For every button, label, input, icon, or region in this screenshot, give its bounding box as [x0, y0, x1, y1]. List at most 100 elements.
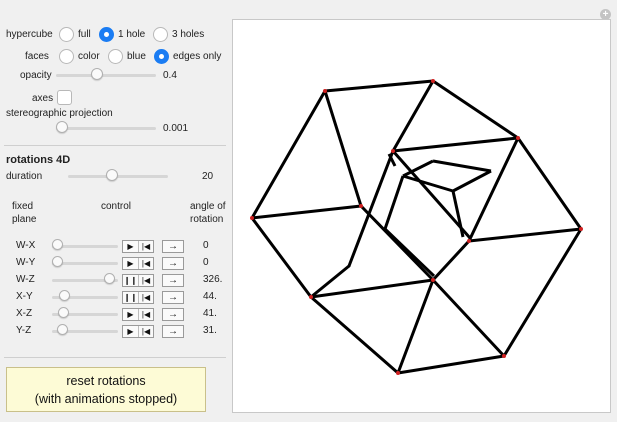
- col-control: control: [101, 201, 132, 212]
- rotation-plane-label: W-Y: [16, 257, 36, 268]
- vertex: [431, 278, 435, 282]
- animation-controls[interactable]: ▶ |◀: [122, 308, 154, 321]
- rotation-slider-thumb[interactable]: [104, 273, 116, 284]
- outer-edge: [250, 79, 583, 375]
- vertex: [359, 204, 363, 208]
- vertex: [309, 295, 313, 299]
- vertex: [323, 89, 327, 93]
- faces-edges-only-radio[interactable]: [154, 49, 169, 64]
- play-icon[interactable]: ▶: [123, 241, 138, 252]
- step-arrow-icon[interactable]: →: [162, 308, 184, 321]
- reset-rotations-button[interactable]: reset rotations (with animations stopped…: [6, 367, 206, 412]
- stereo-value: 0.001: [163, 123, 189, 134]
- edge: [432, 159, 492, 173]
- edge: [467, 136, 520, 243]
- reset-icon[interactable]: |◀: [138, 292, 153, 303]
- reset-icon[interactable]: |◀: [138, 326, 153, 337]
- hypercube-canvas[interactable]: [232, 19, 611, 413]
- duration-value: 20: [202, 171, 214, 182]
- edge: [323, 89, 363, 208]
- rotation-plane-label: Y-Z: [16, 325, 32, 336]
- edge: [383, 175, 405, 230]
- opacity-slider-thumb[interactable]: [91, 68, 104, 80]
- edge: [431, 239, 471, 282]
- reset-icon[interactable]: |◀: [138, 275, 153, 286]
- vertex: [431, 79, 435, 83]
- edge: [451, 190, 465, 238]
- rotation-angle-value: 41.: [203, 308, 217, 319]
- faces-label: faces: [25, 51, 49, 62]
- rotation-slider-thumb[interactable]: [58, 307, 70, 318]
- animation-controls[interactable]: ▶ |◀: [122, 325, 154, 338]
- col-angle-1: angle of: [190, 201, 226, 212]
- opacity-label: opacity: [20, 70, 52, 81]
- play-icon[interactable]: ▶: [123, 309, 138, 320]
- col-fixed-1: fixed: [12, 201, 34, 212]
- animation-controls[interactable]: ▶ |◀: [122, 240, 154, 253]
- stereo-label: stereographic projection: [6, 108, 113, 119]
- col-angle-2: rotation: [190, 214, 224, 225]
- axes-checkbox[interactable]: [57, 90, 72, 105]
- step-arrow-icon[interactable]: →: [162, 291, 184, 304]
- reset-icon[interactable]: |◀: [138, 258, 153, 269]
- faces-blue-label[interactable]: blue: [127, 51, 146, 62]
- reset-icon[interactable]: |◀: [138, 309, 153, 320]
- stereo-slider-track[interactable]: [56, 127, 156, 130]
- animation-controls[interactable]: ❙❙ |◀: [122, 291, 154, 304]
- rotation-angle-value: 31.: [203, 325, 217, 336]
- separator: [4, 145, 226, 146]
- faces-color-radio[interactable]: [59, 49, 74, 64]
- rotation-plane-label: W-X: [16, 240, 36, 251]
- hypercube-edges: [250, 79, 583, 375]
- stereo-slider-thumb[interactable]: [56, 121, 68, 133]
- hypercube-3holes-label[interactable]: 3 holes: [172, 29, 204, 40]
- edge: [391, 79, 435, 153]
- reset-line-2: (with animations stopped): [34, 392, 178, 406]
- separator: [4, 357, 226, 358]
- edge: [431, 278, 506, 358]
- hypercube-full-label[interactable]: full: [78, 29, 91, 40]
- step-arrow-icon[interactable]: →: [162, 325, 184, 338]
- rotation-slider-thumb[interactable]: [58, 290, 70, 301]
- rotation-angle-value: 44.: [203, 291, 217, 302]
- hypercube-1hole-label[interactable]: 1 hole: [118, 29, 145, 40]
- duration-slider-thumb[interactable]: [106, 169, 118, 181]
- step-arrow-icon[interactable]: →: [162, 240, 184, 253]
- rotation-slider-thumb[interactable]: [57, 324, 69, 335]
- edge: [467, 227, 583, 243]
- faces-blue-radio[interactable]: [108, 49, 123, 64]
- edge: [359, 204, 435, 282]
- vertex: [396, 371, 400, 375]
- hypercube-3holes-radio[interactable]: [153, 27, 168, 42]
- edge: [452, 169, 492, 193]
- rotation-angle-value: 0: [203, 240, 209, 251]
- play-icon[interactable]: ▶: [123, 258, 138, 269]
- faces-color-label[interactable]: color: [78, 51, 100, 62]
- rotation-angle-value: 326.: [203, 274, 223, 285]
- rotation-slider-thumb[interactable]: [52, 239, 63, 250]
- vertices: [250, 79, 583, 375]
- edge: [250, 204, 363, 220]
- duration-slider-track[interactable]: [68, 175, 168, 178]
- step-arrow-icon[interactable]: →: [162, 257, 184, 270]
- animation-controls[interactable]: ▶ |◀: [122, 257, 154, 270]
- pause-icon[interactable]: ❙❙: [123, 292, 138, 303]
- hypercube-1hole-radio[interactable]: [99, 27, 114, 42]
- duration-label: duration: [6, 171, 43, 182]
- opacity-slider-track[interactable]: [56, 74, 156, 77]
- reset-line-1: reset rotations: [66, 374, 146, 388]
- inner-cube: [383, 153, 492, 278]
- opacity-value: 0.4: [163, 70, 177, 81]
- reset-icon[interactable]: |◀: [138, 241, 153, 252]
- step-arrow-icon[interactable]: →: [162, 274, 184, 287]
- rotation-plane-label: W-Z: [16, 274, 35, 285]
- faces-edges-only-label[interactable]: edges only: [173, 51, 221, 62]
- pause-icon[interactable]: ❙❙: [123, 275, 138, 286]
- hypercube-full-radio[interactable]: [59, 27, 74, 42]
- rotations-heading: rotations 4D: [6, 154, 71, 166]
- rotation-slider-thumb[interactable]: [52, 256, 63, 267]
- animation-controls[interactable]: ❙❙ |◀: [122, 274, 154, 287]
- rotation-plane-label: X-Z: [16, 308, 33, 319]
- play-icon[interactable]: ▶: [123, 326, 138, 337]
- edge: [396, 278, 435, 375]
